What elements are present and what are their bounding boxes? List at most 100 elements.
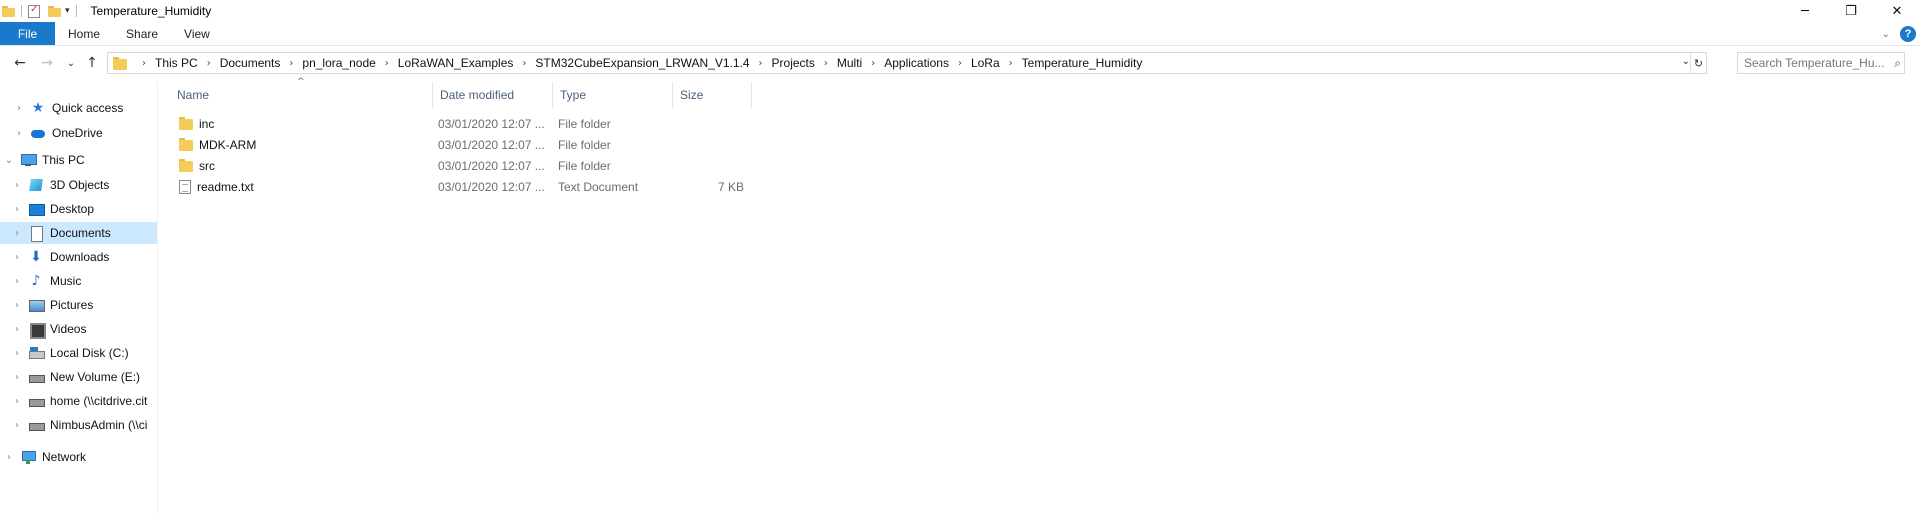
address-bar[interactable]: › This PC › Documents › pn_lora_node › LoRaWAN_… xyxy=(107,52,1707,74)
collapsed-chevron-icon[interactable]: › xyxy=(10,228,24,239)
file-row[interactable]: readme.txt 03/01/2020 12:07 ... Text Docum… xyxy=(170,176,770,197)
sidebar-item-label: 3D Objects xyxy=(50,178,110,192)
help-icon[interactable]: ? xyxy=(1900,26,1916,42)
sidebar-item-home-citdrive-cit[interactable]: › home (\\citdrive.cit xyxy=(0,390,157,412)
sidebar-item-onedrive[interactable]: › OneDrive xyxy=(0,122,157,144)
sidebar-item-pictures[interactable]: › Pictures xyxy=(0,294,157,316)
videos-icon xyxy=(28,321,46,339)
column-header-name[interactable]: Name xyxy=(170,82,433,108)
file-row[interactable]: MDK-ARM 03/01/2020 12:07 ... File folder xyxy=(170,134,770,155)
refresh-button[interactable]: ↻ xyxy=(1690,53,1706,73)
folder-icon xyxy=(179,117,193,130)
collapsed-chevron-icon[interactable]: › xyxy=(10,180,24,191)
breadcrumb-separator-icon[interactable]: › xyxy=(871,58,875,69)
breadcrumb-item[interactable]: STM32CubeExpansion_LRWAN_V1.1.4 xyxy=(535,56,749,70)
tab-home[interactable]: Home xyxy=(55,22,113,45)
collapsed-chevron-icon[interactable]: › xyxy=(12,103,26,114)
breadcrumb-separator-icon[interactable]: › xyxy=(1009,58,1013,69)
breadcrumb-item[interactable]: LoRaWAN_Examples xyxy=(398,56,514,70)
tab-view[interactable]: View xyxy=(171,22,223,45)
sidebar-item-label: Desktop xyxy=(50,202,95,216)
file-date-modified: 03/01/2020 12:07 ... xyxy=(438,179,545,194)
file-row[interactable]: src 03/01/2020 12:07 ... File folder xyxy=(170,155,770,176)
close-button[interactable]: ✕ xyxy=(1874,0,1920,22)
properties-icon[interactable] xyxy=(28,4,40,18)
expand-ribbon-chevron-icon[interactable]: ⌄ xyxy=(1882,29,1890,40)
breadcrumb-item[interactable]: pn_lora_node xyxy=(302,56,375,70)
breadcrumb-item[interactable]: This PC xyxy=(155,56,198,70)
column-header-size[interactable]: Size xyxy=(673,82,752,108)
search-input[interactable] xyxy=(1744,56,1884,70)
back-button[interactable]: ← xyxy=(10,53,30,73)
breadcrumb-separator-icon[interactable]: › xyxy=(142,58,146,69)
breadcrumb-item[interactable]: LoRa xyxy=(971,56,1000,70)
network-drive-icon xyxy=(28,417,45,433)
tab-file[interactable]: File xyxy=(0,22,55,45)
search-box[interactable]: ⌕ xyxy=(1737,52,1905,74)
collapsed-chevron-icon[interactable]: › xyxy=(2,452,16,463)
breadcrumb-item[interactable]: Multi xyxy=(837,56,862,70)
collapsed-chevron-icon[interactable]: › xyxy=(12,128,26,139)
sidebar-item-downloads[interactable]: › ⬇ Downloads xyxy=(0,246,157,268)
file-name-cell[interactable]: MDK-ARM xyxy=(179,134,256,155)
file-type: File folder xyxy=(558,158,611,173)
sidebar-item-music[interactable]: › ♪ Music xyxy=(0,270,157,292)
breadcrumb-separator-icon[interactable]: › xyxy=(824,58,828,69)
collapsed-chevron-icon[interactable]: › xyxy=(10,252,24,263)
sidebar-item-new-volume-e[interactable]: › New Volume (E:) xyxy=(0,366,157,388)
address-row: ← → ⌄ ↑ › This PC › Documents › pn_lora_node ›… xyxy=(0,50,1920,77)
expanded-chevron-icon[interactable]: ⌄ xyxy=(2,155,16,166)
sidebar-item-3d-objects[interactable]: › 3D Objects xyxy=(0,174,157,196)
3d-objects-icon xyxy=(28,177,44,193)
forward-button[interactable]: → xyxy=(37,53,57,73)
sidebar-item-desktop[interactable]: › Desktop xyxy=(0,198,157,220)
breadcrumb-separator-icon[interactable]: › xyxy=(289,58,293,69)
text-file-icon xyxy=(179,179,191,194)
file-type: File folder xyxy=(558,116,611,131)
file-name-cell[interactable]: readme.txt xyxy=(179,176,254,197)
recent-locations-chevron-icon[interactable]: ⌄ xyxy=(64,53,78,73)
collapsed-chevron-icon[interactable]: › xyxy=(10,372,24,383)
breadcrumb-item[interactable]: Temperature_Humidity xyxy=(1022,56,1143,70)
breadcrumb-separator-icon[interactable]: › xyxy=(958,58,962,69)
file-size: 7 KB xyxy=(717,179,744,194)
breadcrumb-item[interactable]: Documents xyxy=(220,56,281,70)
breadcrumb-separator-icon[interactable]: › xyxy=(759,58,763,69)
quick-access-toolbar: ▾ xyxy=(0,0,83,22)
sidebar-item-nimbusadmin-ci[interactable]: › NimbusAdmin (\\ci xyxy=(0,414,157,436)
collapsed-chevron-icon[interactable]: › xyxy=(10,300,24,311)
breadcrumb: › This PC › Documents › pn_lora_node › LoRaWAN_… xyxy=(133,53,1142,73)
collapsed-chevron-icon[interactable]: › xyxy=(10,420,24,431)
column-header-date-modified[interactable]: Date modified xyxy=(433,82,553,108)
sidebar-item-documents[interactable]: › Documents xyxy=(0,222,157,244)
breadcrumb-item[interactable]: Projects xyxy=(772,56,815,70)
customize-toolbar-dropdown-icon[interactable]: ▾ xyxy=(65,6,70,16)
sidebar-item-quick-access[interactable]: › ★ Quick access xyxy=(0,97,157,119)
title-bar: ▾ Temperature_Humidity ─ ❐ ✕ xyxy=(0,0,1920,22)
file-name-cell[interactable]: inc xyxy=(179,113,214,134)
collapsed-chevron-icon[interactable]: › xyxy=(10,204,24,215)
pictures-icon xyxy=(28,297,45,313)
up-button[interactable]: ↑ xyxy=(83,53,101,73)
collapsed-chevron-icon[interactable]: › xyxy=(10,276,24,287)
collapsed-chevron-icon[interactable]: › xyxy=(10,348,24,359)
minimize-button[interactable]: ─ xyxy=(1782,0,1828,22)
sidebar-item-network[interactable]: › Network xyxy=(0,446,157,468)
sidebar-item-local-disk-c[interactable]: › Local Disk (C:) xyxy=(0,342,157,364)
file-date-modified: 03/01/2020 12:07 ... xyxy=(438,137,545,152)
file-row[interactable]: inc 03/01/2020 12:07 ... File folder xyxy=(170,113,770,134)
restore-button[interactable]: ❐ xyxy=(1828,0,1874,22)
sidebar-item-this-pc[interactable]: ⌄ This PC xyxy=(0,149,157,171)
column-header-type[interactable]: Type xyxy=(553,82,673,108)
breadcrumb-separator-icon[interactable]: › xyxy=(522,58,526,69)
file-name-cell[interactable]: src xyxy=(179,155,215,176)
sidebar-item-videos[interactable]: › Videos xyxy=(0,318,157,340)
new-folder-icon[interactable] xyxy=(48,5,61,17)
breadcrumb-separator-icon[interactable]: › xyxy=(385,58,389,69)
collapsed-chevron-icon[interactable]: › xyxy=(10,324,24,335)
tab-share[interactable]: Share xyxy=(113,22,171,45)
breadcrumb-separator-icon[interactable]: › xyxy=(207,58,211,69)
address-history-dropdown-icon[interactable]: ⌄ xyxy=(1682,56,1690,67)
breadcrumb-item[interactable]: Applications xyxy=(884,56,949,70)
collapsed-chevron-icon[interactable]: › xyxy=(10,396,24,407)
